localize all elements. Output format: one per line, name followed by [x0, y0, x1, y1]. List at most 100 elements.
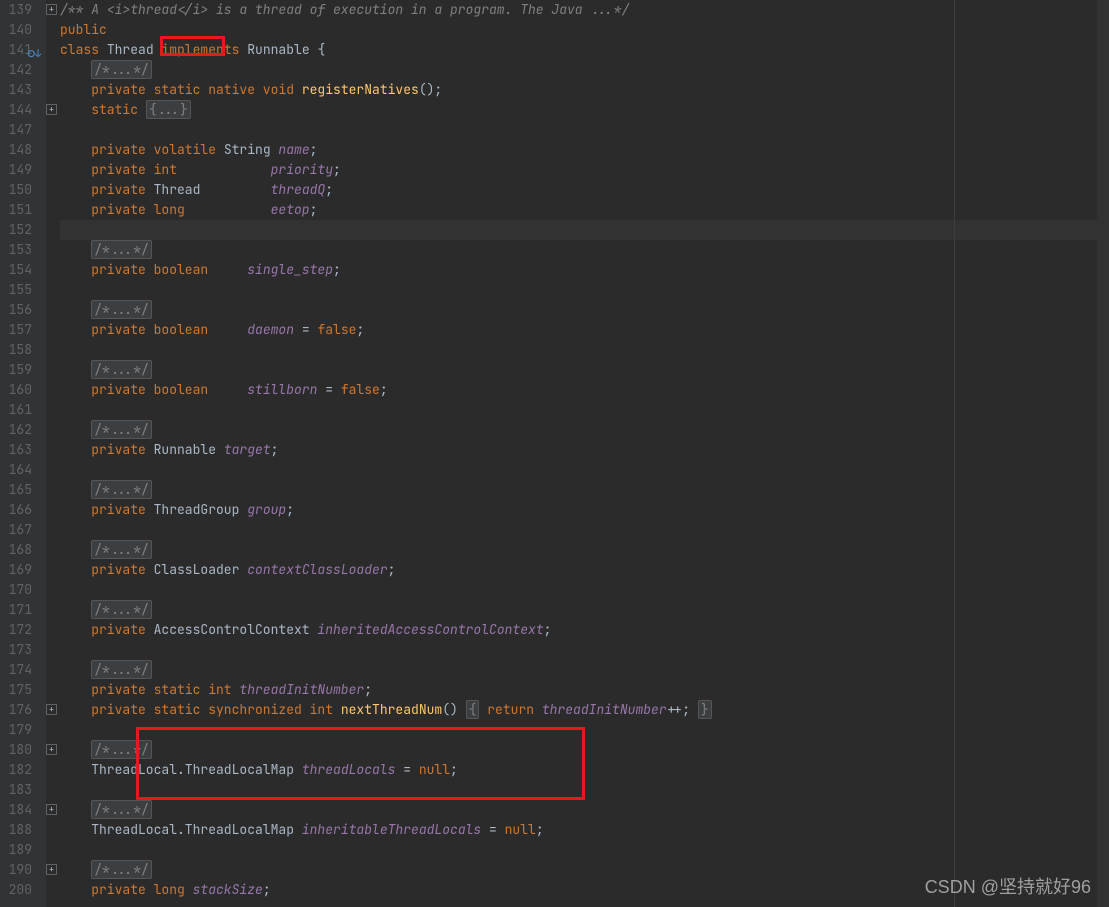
line-number[interactable]: 172	[0, 620, 46, 640]
code-line[interactable]: /*...*/	[60, 60, 1109, 80]
folded-region[interactable]: /*...*/	[91, 420, 152, 439]
fold-column[interactable]: ++++++	[46, 0, 58, 907]
code-line[interactable]	[60, 280, 1109, 300]
line-number[interactable]: 160	[0, 380, 46, 400]
folded-region[interactable]: /*...*/	[91, 740, 152, 759]
line-number[interactable]: 140	[0, 20, 46, 40]
code-line[interactable]	[60, 580, 1109, 600]
code-line[interactable]: /*...*/	[60, 360, 1109, 380]
code-line[interactable]: private boolean stillborn = false;	[60, 380, 1109, 400]
line-number[interactable]: 182	[0, 760, 46, 780]
code-line[interactable]: /*...*/	[60, 420, 1109, 440]
line-number[interactable]: 149	[0, 160, 46, 180]
fold-toggle-icon[interactable]: +	[46, 104, 57, 115]
code-line[interactable]: static {...}	[60, 100, 1109, 120]
code-line[interactable]	[60, 460, 1109, 480]
line-number-gutter[interactable]: 139140141⭘↓14214314414714814915015115215…	[0, 0, 46, 907]
code-line[interactable]: ThreadLocal.ThreadLocalMap threadLocals …	[60, 760, 1109, 780]
line-number[interactable]: 180	[0, 740, 46, 760]
line-number[interactable]: 163	[0, 440, 46, 460]
folded-region[interactable]: /*...*/	[91, 540, 152, 559]
code-line[interactable]: private volatile String name;	[60, 140, 1109, 160]
code-line[interactable]: /*...*/	[60, 480, 1109, 500]
scrollbar[interactable]	[1097, 0, 1109, 907]
line-number[interactable]: 189	[0, 840, 46, 860]
code-line[interactable]	[60, 840, 1109, 860]
fold-toggle-icon[interactable]: +	[46, 804, 57, 815]
folded-region[interactable]: /*...*/	[91, 60, 152, 79]
code-line[interactable]	[60, 340, 1109, 360]
line-number[interactable]: 148	[0, 140, 46, 160]
line-number[interactable]: 151	[0, 200, 46, 220]
code-line[interactable]	[60, 720, 1109, 740]
folded-region[interactable]: /*...*/	[91, 660, 152, 679]
line-number[interactable]: 155	[0, 280, 46, 300]
line-number[interactable]: 171	[0, 600, 46, 620]
line-number[interactable]: 150	[0, 180, 46, 200]
folded-region[interactable]: {	[466, 700, 480, 719]
line-number[interactable]: 167	[0, 520, 46, 540]
code-line[interactable]: private AccessControlContext inheritedAc…	[60, 620, 1109, 640]
code-line[interactable]: private Runnable target;	[60, 440, 1109, 460]
line-number[interactable]: 200	[0, 880, 46, 900]
line-number[interactable]: 142	[0, 60, 46, 80]
line-number[interactable]: 158	[0, 340, 46, 360]
line-number[interactable]: 152	[0, 220, 46, 240]
fold-toggle-icon[interactable]: +	[46, 4, 57, 15]
line-number[interactable]: 154	[0, 260, 46, 280]
code-line[interactable]: /*...*/	[60, 800, 1109, 820]
code-line[interactable]: private ClassLoader contextClassLoader;	[60, 560, 1109, 580]
code-line[interactable]: private static int threadInitNumber;	[60, 680, 1109, 700]
code-line[interactable]: private ThreadGroup group;	[60, 500, 1109, 520]
line-number[interactable]: 175	[0, 680, 46, 700]
line-number[interactable]: 173	[0, 640, 46, 660]
line-number[interactable]: 174	[0, 660, 46, 680]
line-number[interactable]: 179	[0, 720, 46, 740]
code-line[interactable]: private boolean single_step;	[60, 260, 1109, 280]
line-number[interactable]: 147	[0, 120, 46, 140]
line-number[interactable]: 141⭘↓	[0, 40, 46, 60]
folded-region[interactable]: {...}	[146, 100, 191, 119]
code-line[interactable]	[60, 640, 1109, 660]
folded-region[interactable]: /*...*/	[91, 360, 152, 379]
line-number[interactable]: 159	[0, 360, 46, 380]
line-number[interactable]: 153	[0, 240, 46, 260]
line-number[interactable]: 168	[0, 540, 46, 560]
line-number[interactable]: 161	[0, 400, 46, 420]
code-line[interactable]: /** A <i>thread</i> is a thread of execu…	[60, 0, 1109, 20]
line-number[interactable]: 162	[0, 420, 46, 440]
folded-region[interactable]: }	[698, 700, 712, 719]
fold-toggle-icon[interactable]: +	[46, 744, 57, 755]
code-line[interactable]: public	[60, 20, 1109, 40]
line-number[interactable]: 169	[0, 560, 46, 580]
line-number[interactable]: 183	[0, 780, 46, 800]
folded-region[interactable]: /*...*/	[91, 860, 152, 879]
folded-region[interactable]: /*...*/	[91, 600, 152, 619]
line-number[interactable]: 166	[0, 500, 46, 520]
code-line[interactable]: /*...*/	[60, 540, 1109, 560]
line-number[interactable]: 157	[0, 320, 46, 340]
code-line[interactable]	[60, 220, 1109, 240]
line-number[interactable]: 139	[0, 0, 46, 20]
code-editor[interactable]: 139140141⭘↓14214314414714814915015115215…	[0, 0, 1109, 907]
line-number[interactable]: 188	[0, 820, 46, 840]
code-line[interactable]: /*...*/	[60, 740, 1109, 760]
code-line[interactable]: private static native void registerNativ…	[60, 80, 1109, 100]
code-line[interactable]: /*...*/	[60, 600, 1109, 620]
code-line[interactable]: /*...*/	[60, 660, 1109, 680]
code-line[interactable]	[60, 520, 1109, 540]
code-line[interactable]	[60, 400, 1109, 420]
code-line[interactable]: class Thread implements Runnable {	[60, 40, 1109, 60]
folded-region[interactable]: /*...*/	[91, 480, 152, 499]
code-line[interactable]: /*...*/	[60, 300, 1109, 320]
code-line[interactable]: ThreadLocal.ThreadLocalMap inheritableTh…	[60, 820, 1109, 840]
code-line[interactable]: private int priority;	[60, 160, 1109, 180]
code-line[interactable]	[60, 120, 1109, 140]
code-line[interactable]	[60, 780, 1109, 800]
line-number[interactable]: 165	[0, 480, 46, 500]
fold-toggle-icon[interactable]: +	[46, 704, 57, 715]
line-number[interactable]: 170	[0, 580, 46, 600]
folded-region[interactable]: /*...*/	[91, 240, 152, 259]
code-line[interactable]: private static synchronized int nextThre…	[60, 700, 1109, 720]
code-area[interactable]: /** A <i>thread</i> is a thread of execu…	[58, 0, 1109, 907]
